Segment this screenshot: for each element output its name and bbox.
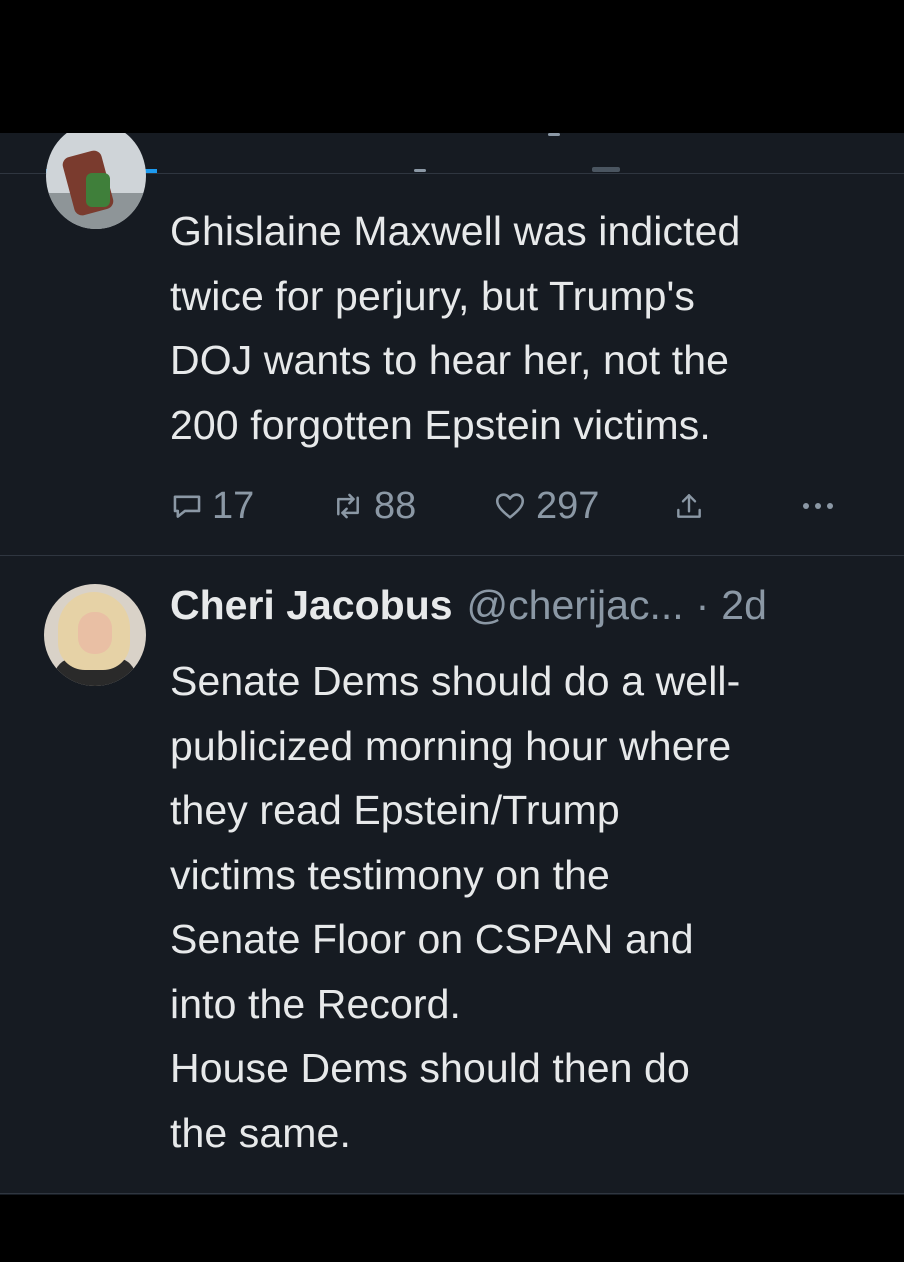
tweet-text-line: Senate Floor on CSPAN and — [170, 916, 694, 962]
retweet-icon — [330, 489, 366, 523]
reply-icon — [170, 489, 204, 523]
author-handle[interactable]: @cherijac... — [467, 582, 684, 629]
tweet-text-line: the same. — [170, 1109, 351, 1156]
tweet-text-line: House Dems should then do — [170, 1045, 690, 1091]
tweet-text-line: DOJ wants to hear her, not the — [170, 337, 730, 383]
tweet-text-line: Ghislaine Maxwell was indicted — [170, 208, 741, 254]
avatar[interactable] — [46, 133, 146, 229]
share-button[interactable] — [673, 481, 705, 531]
cut-text-fragment — [548, 133, 560, 136]
tweet-text-line: twice for perjury, but Trump's — [170, 272, 696, 319]
share-icon — [673, 489, 705, 523]
tweet-text-line: publicized morning hour where — [170, 722, 732, 769]
retweet-button[interactable]: 88 — [330, 481, 416, 531]
tweet-divider — [0, 555, 904, 556]
tweet-text: Senate Dems should do a well- publicized… — [170, 649, 870, 1165]
like-count: 297 — [536, 484, 600, 527]
more-icon — [800, 500, 836, 512]
tweet-feed[interactable]: Ghislaine Maxwell was indicted twice for… — [0, 133, 904, 1195]
bottom-black-bar — [0, 1195, 904, 1262]
tweet-timestamp[interactable]: 2d — [721, 582, 767, 629]
tweet-divider — [0, 1193, 904, 1194]
tweet-text: Ghislaine Maxwell was indicted twice for… — [170, 199, 890, 457]
tweet-text-line: Senate Dems should do a well- — [170, 658, 741, 704]
avatar[interactable] — [44, 584, 146, 686]
top-black-bar — [0, 0, 904, 133]
author-name[interactable]: Cheri Jacobus — [170, 582, 453, 629]
reply-count: 17 — [212, 484, 255, 527]
tweet-text-line: 200 forgotten Epstein victims. — [170, 401, 711, 448]
like-button[interactable]: 297 — [492, 481, 599, 531]
heart-icon — [492, 489, 528, 523]
tweet-text-line: into the Record. — [170, 980, 462, 1027]
tweet-actions: 17 88 297 — [170, 481, 870, 531]
more-button[interactable] — [800, 481, 836, 531]
tweet-text-line: they read Epstein/Trump — [170, 787, 620, 833]
reply-button[interactable]: 17 — [170, 481, 254, 531]
cut-text-fragment — [414, 169, 426, 172]
cut-text-fragment — [592, 167, 620, 172]
tweet-text-line: victims testimony on the — [170, 851, 610, 898]
retweet-count: 88 — [374, 484, 417, 527]
tweet-header: Cheri Jacobus @cherijac... · 2d — [170, 582, 767, 638]
separator-dot: · — [695, 582, 710, 628]
